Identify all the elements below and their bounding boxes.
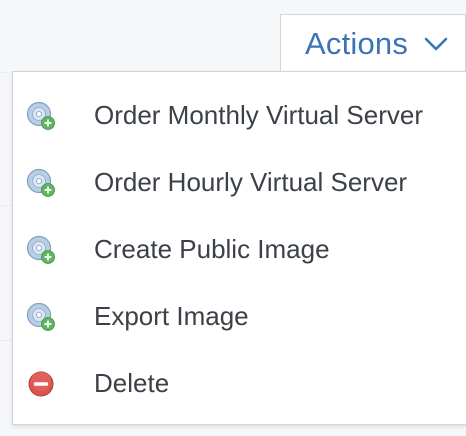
menu-item-label: Export Image [94, 301, 249, 331]
page-background: Actions Order Monthly Virtual Server Ord… [0, 0, 466, 436]
disc-add-icon [26, 168, 56, 198]
actions-button-label: Actions [305, 25, 409, 61]
actions-dropdown-menu: Order Monthly Virtual Server Order Hourl… [12, 71, 466, 425]
menu-item-label: Order Hourly Virtual Server [94, 167, 408, 197]
menu-item-export-image[interactable]: Export Image [13, 283, 466, 350]
menu-item-order-hourly-virtual-server[interactable]: Order Hourly Virtual Server [13, 149, 466, 216]
menu-item-order-monthly-virtual-server[interactable]: Order Monthly Virtual Server [13, 82, 466, 149]
menu-item-create-public-image[interactable]: Create Public Image [13, 216, 466, 283]
delete-icon [26, 369, 56, 399]
disc-add-icon [26, 235, 56, 265]
chevron-down-icon [422, 30, 450, 58]
menu-item-label: Order Monthly Virtual Server [94, 100, 423, 130]
menu-item-label: Delete [94, 368, 170, 398]
disc-add-icon [26, 101, 56, 131]
menu-item-delete[interactable]: Delete [13, 350, 466, 417]
disc-add-icon [26, 302, 56, 332]
actions-button[interactable]: Actions [280, 14, 466, 72]
menu-item-label: Create Public Image [94, 234, 330, 264]
